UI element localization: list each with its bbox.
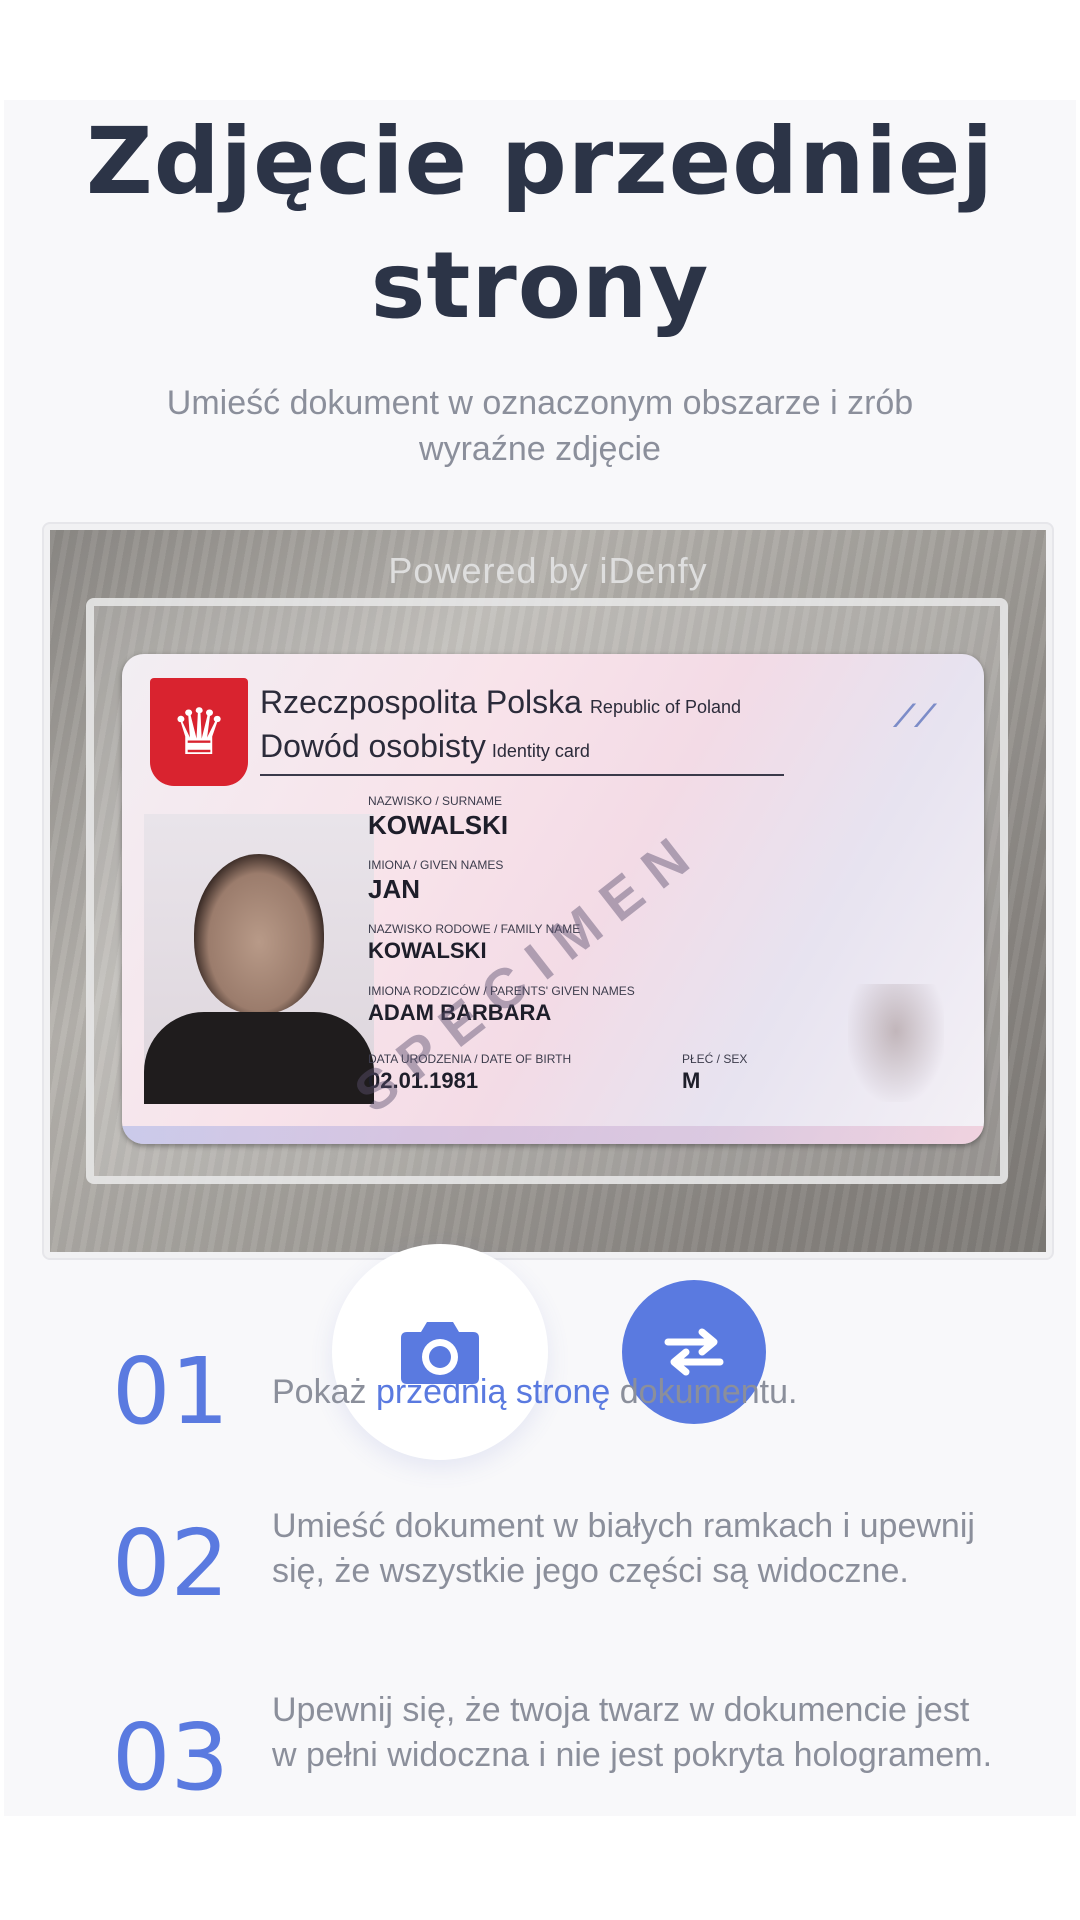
card-doc-type-text: Dowód osobisty [260, 728, 486, 764]
card-country: Rzeczpospolita Polska Republic of Poland [260, 684, 741, 721]
step-text-highlight: przednią stronę [375, 1373, 611, 1411]
sex-label: PŁEĆ / SEX [682, 1052, 748, 1066]
card-doc-type: Dowód osobisty Identity card [260, 728, 590, 765]
camera-container: Powered by iDenfy ♛ Rzeczpospolita Polsk… [42, 522, 1054, 1260]
step-text-before: Pokaż [272, 1373, 376, 1411]
page-subtitle: Umieść dokument w oznaczonym obszarze i … [166, 384, 914, 468]
given-names-value: JAN [368, 874, 421, 904]
step-text-after: dokumentu. [610, 1373, 798, 1411]
card-divider [260, 774, 784, 776]
powered-by-label: Powered by iDenfy [388, 550, 708, 591]
card-doc-type-en: Identity card [491, 741, 590, 761]
portrait-head [194, 854, 324, 1014]
card-country-text: Rzeczpospolita Polska [260, 684, 582, 720]
family-name-value: KOWALSKI [368, 938, 487, 963]
camera-preview: Powered by iDenfy ♛ Rzeczpospolita Polsk… [50, 530, 1046, 1252]
page-title: Zdjęcie przedniej strony [86, 108, 994, 339]
step-text: Pokaż przednią stronę dokumentu. [272, 1370, 992, 1415]
card-country-en: Republic of Poland [589, 697, 742, 717]
capture-button[interactable] [332, 1244, 548, 1460]
step-number: 03 [112, 1704, 230, 1811]
sex-value: M [682, 1068, 701, 1093]
given-names-label: IMIONA / GIVEN NAMES [368, 858, 504, 872]
step-text: Umieść dokument w białych ramkach i upew… [272, 1507, 975, 1590]
card-ghost-portrait [848, 984, 944, 1102]
surname-value: KOWALSKI [368, 810, 509, 840]
step-number: 01 [112, 1338, 230, 1445]
surname-label: NAZWISKO / SURNAME [368, 794, 503, 808]
capture-panel: Zdjęcie przedniej strony Umieść dokument… [4, 100, 1076, 1816]
id-card-preview: ♛ Rzeczpospolita Polska Republic of Polan… [122, 654, 984, 1144]
portrait-shoulders [144, 1012, 374, 1104]
card-portrait [144, 814, 374, 1104]
polish-eagle-emblem: ♛ [150, 678, 248, 786]
card-hologram-icon: ⟋⟋ [894, 700, 936, 733]
step-number: 02 [112, 1510, 230, 1617]
step-text: Upewnij się, że twoja twarz w dokumencie… [272, 1691, 993, 1774]
